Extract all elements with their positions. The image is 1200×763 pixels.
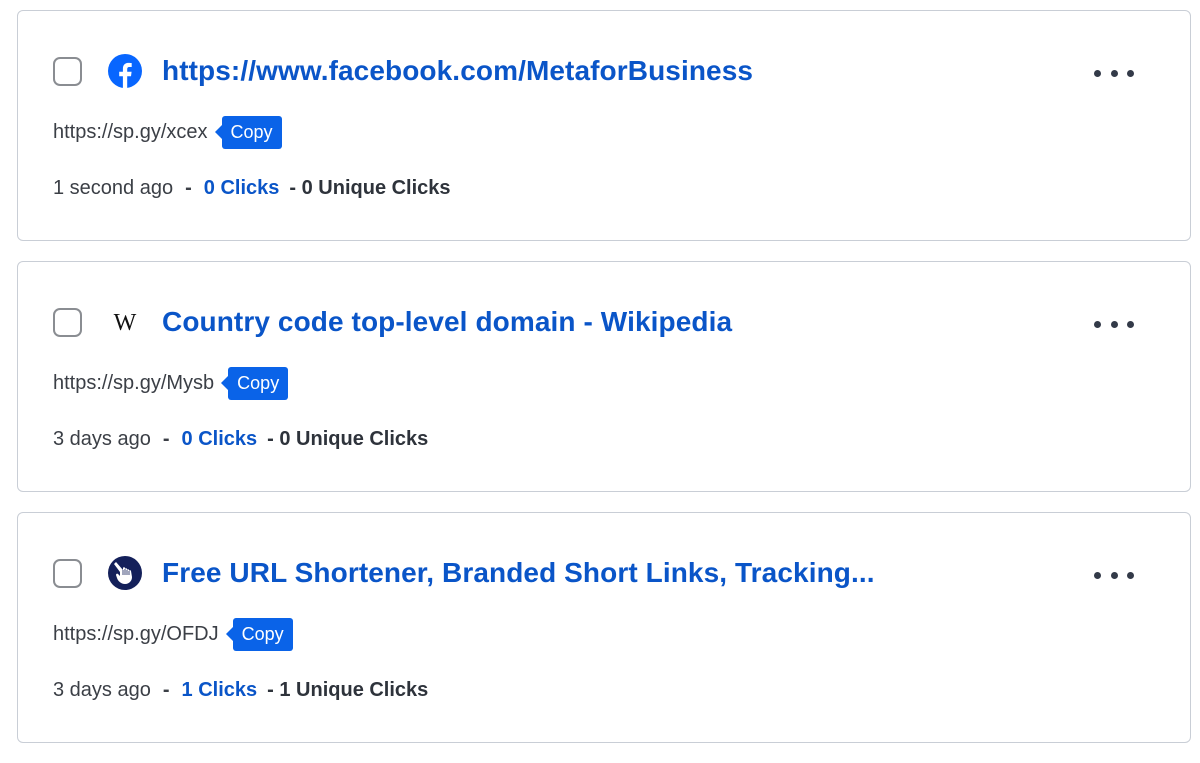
more-dot [1110, 69, 1118, 77]
pointing-hand-icon [108, 556, 142, 590]
link-title[interactable]: Free URL Shortener, Branded Short Links,… [162, 557, 875, 589]
tooltip-arrow [221, 376, 229, 390]
short-url[interactable]: https://sp.gy/xcex [53, 121, 208, 144]
more-dot [1110, 320, 1118, 328]
more-horizontal-icon [1094, 320, 1101, 328]
more-options-button[interactable] [1094, 314, 1134, 334]
link-title[interactable]: https://www.facebook.com/MetaforBusiness [162, 55, 753, 87]
copy-button[interactable]: Copy [232, 617, 293, 651]
more-dot [1127, 571, 1134, 579]
wikipedia-icon: W [108, 305, 142, 339]
more-dot [1127, 320, 1134, 328]
more-dot [1127, 69, 1134, 77]
created-age: 3 days ago [53, 427, 151, 450]
created-age: 3 days ago [53, 678, 151, 701]
tooltip-arrow [225, 627, 233, 641]
copy-button[interactable]: Copy [228, 366, 289, 400]
separator: - [162, 678, 170, 701]
clicks-link[interactable]: 1 Clicks [182, 679, 258, 702]
links-list: https://www.facebook.com/MetaforBusiness… [17, 10, 1191, 763]
short-url-row: https://sp.gy/xcex Copy [53, 115, 282, 149]
short-url-row: https://sp.gy/Mysb Copy [53, 366, 289, 400]
separator: - [185, 176, 192, 199]
stats-row: 3 days ago - 0 Clicks - 0 Unique Clicks [53, 424, 428, 454]
more-horizontal-icon [1094, 69, 1101, 77]
unique-clicks: - 0 Unique Clicks [289, 176, 451, 199]
link-title-row: W Country code top-level domain - Wikipe… [53, 304, 732, 340]
short-url[interactable]: https://sp.gy/Mysb [53, 372, 214, 395]
link-title-row: Free URL Shortener, Branded Short Links,… [53, 555, 875, 591]
link-card: Free URL Shortener, Branded Short Links,… [17, 512, 1191, 743]
stats-row: 3 days ago - 1 Clicks - 1 Unique Clicks [53, 675, 428, 705]
separator: - [162, 427, 170, 450]
unique-clicks: - 1 Unique Clicks [267, 678, 429, 701]
link-title-row: https://www.facebook.com/MetaforBusiness [53, 53, 753, 89]
more-horizontal-icon [1094, 571, 1101, 579]
copy-button[interactable]: Copy [221, 115, 282, 149]
link-card: W Country code top-level domain - Wikipe… [17, 261, 1191, 492]
link-card: https://www.facebook.com/MetaforBusiness… [17, 10, 1191, 241]
link-title[interactable]: Country code top-level domain - Wikipedi… [162, 306, 732, 338]
facebook-icon [108, 54, 142, 88]
unique-clicks: - 0 Unique Clicks [267, 427, 429, 450]
copy-tooltip[interactable]: Copy [225, 617, 293, 651]
more-dot [1110, 571, 1118, 579]
clicks-link[interactable]: 0 Clicks [204, 177, 280, 200]
created-age: 1 second ago [53, 176, 174, 199]
copy-tooltip[interactable]: Copy [221, 366, 289, 400]
select-checkbox[interactable] [53, 558, 82, 588]
short-url-row: https://sp.gy/OFDJ Copy [53, 617, 293, 651]
more-options-button[interactable] [1094, 63, 1134, 83]
copy-tooltip[interactable]: Copy [214, 115, 282, 149]
stats-row: 1 second ago - 0 Clicks - 0 Unique Click… [53, 173, 451, 203]
more-options-button[interactable] [1094, 565, 1134, 585]
svg-text:W: W [114, 310, 137, 336]
clicks-link[interactable]: 0 Clicks [182, 428, 258, 451]
tooltip-arrow [214, 125, 222, 139]
select-checkbox[interactable] [53, 307, 82, 337]
select-checkbox[interactable] [53, 56, 82, 86]
short-url[interactable]: https://sp.gy/OFDJ [53, 623, 219, 646]
